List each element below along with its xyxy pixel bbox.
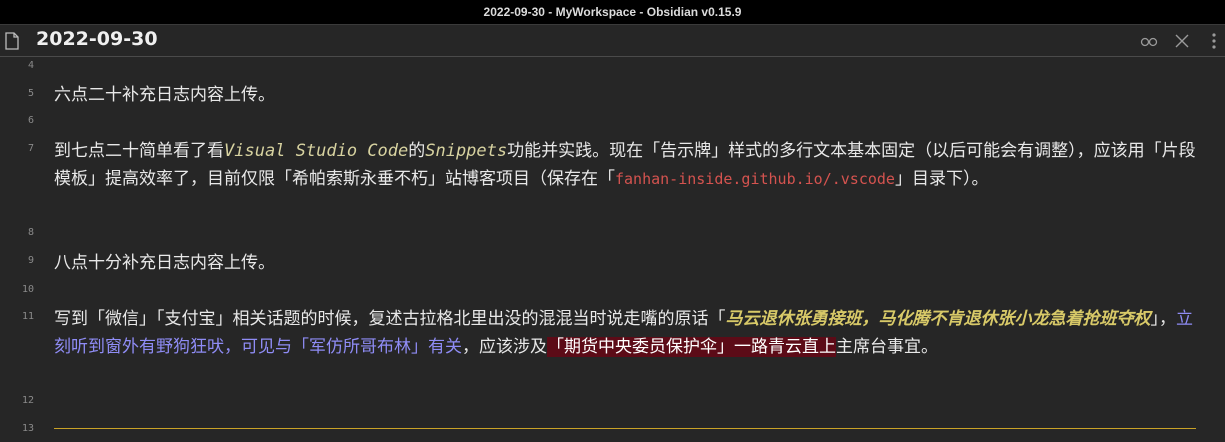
text-span: 」，	[1150, 309, 1177, 329]
line-number: 10	[21, 284, 34, 295]
text-span: 」目录下）。	[894, 169, 989, 189]
inline-code: fanhan-inside.github.io/.vscode	[615, 170, 895, 188]
horizontal-rule	[54, 428, 1196, 429]
line-number: 5	[27, 88, 34, 99]
note-header: 2022-09-30	[0, 24, 1225, 57]
text-span: 写到「微信」「支付宝」相关话题的时候，复述古拉格北里出没的混混当时说走嘴的原话「	[54, 309, 726, 329]
line-number: 7	[27, 143, 34, 154]
text-span: 的	[408, 141, 426, 161]
highlighted-text: 「期货中央委员保护伞」一路青云直上	[547, 337, 836, 357]
reading-view-icon[interactable]	[1139, 31, 1159, 51]
italic-text: Snippets	[425, 141, 508, 161]
more-options-icon[interactable]	[1204, 31, 1224, 51]
text-line[interactable]: 到七点二十简单看了看Visual Studio Code的Snippets功能并…	[54, 137, 1204, 193]
note-title[interactable]: 2022-09-30	[36, 28, 158, 50]
scrollbar[interactable]	[1217, 57, 1225, 442]
text-span: ，应该涉及	[462, 337, 547, 357]
text-line[interactable]: 六点二十补充日志内容上传。	[54, 81, 1204, 109]
window-title: 2022-09-30 - MyWorkspace - Obsidian v0.1…	[483, 5, 742, 19]
window-titlebar: 2022-09-30 - MyWorkspace - Obsidian v0.1…	[0, 0, 1225, 24]
line-number: 12	[21, 395, 34, 406]
text-span: 到七点二十简单看了看	[54, 141, 224, 161]
emphasis-text: 马云退休张勇接班，马化腾不肯退休张小龙急着抢班夺权	[725, 309, 1151, 329]
line-number: 11	[21, 311, 34, 322]
text-line[interactable]: 写到「微信」「支付宝」相关话题的时候，复述古拉格北里出没的混混当时说走嘴的原话「…	[54, 305, 1204, 361]
editor-pane[interactable]: 4 5 6 7 8 9 10 11 12 13 六点二十补充日志内容上传。 到七…	[0, 57, 1225, 442]
italic-text: Visual Studio Code	[224, 141, 409, 161]
text-span: 主席台事宜。	[836, 337, 938, 357]
text-line[interactable]: 八点十分补充日志内容上传。	[54, 249, 1204, 277]
line-number: 6	[27, 115, 34, 126]
line-number: 8	[27, 227, 34, 238]
file-icon	[5, 32, 19, 50]
close-icon[interactable]	[1172, 31, 1192, 51]
line-number: 9	[27, 255, 34, 266]
line-number: 4	[27, 60, 34, 71]
line-number: 13	[21, 423, 34, 434]
